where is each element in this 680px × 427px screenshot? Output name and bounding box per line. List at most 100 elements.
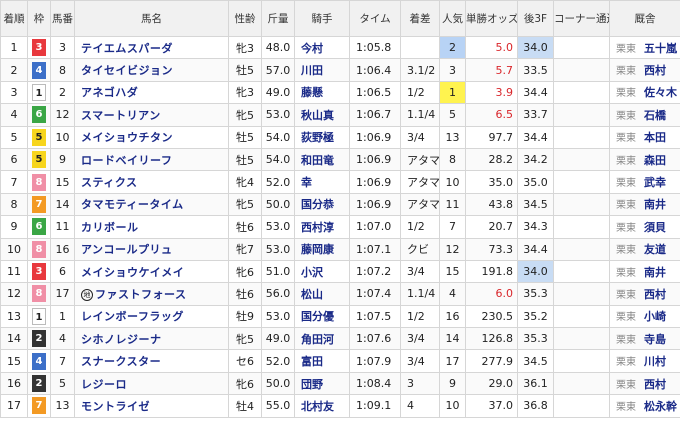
trainer-link[interactable]: 西村 <box>644 288 666 301</box>
jockey-link[interactable]: 角田河 <box>301 333 334 346</box>
umaban-cell: 8 <box>50 58 75 82</box>
odds-cell: 73.3 <box>465 237 518 261</box>
trainer-link[interactable]: 石橋 <box>644 109 666 122</box>
horse-name-link[interactable]: モントライゼ <box>81 400 150 413</box>
table-row: 10 8 16 アンコールプリュ 牝7 53.0 藤岡康 1:07.1 クビ 12 73.3 34.4… <box>0 237 680 261</box>
horse-cell: レジーロ <box>74 371 229 396</box>
rank-cell: 9 <box>0 215 28 239</box>
jockey-cell: 西村淳 <box>294 215 350 239</box>
jockey-link[interactable]: 国分優 <box>301 310 334 323</box>
horse-name-link[interactable]: スティクス <box>81 176 138 189</box>
jockey-link[interactable]: 北村友 <box>301 400 334 413</box>
jockey-link[interactable]: 和田竜 <box>301 154 334 167</box>
table-row: 14 2 4 シホノレジーナ 牝5 49.0 角田河 1:07.6 3/4 14 126.8 35.3… <box>0 327 680 351</box>
trainer-cell: 栗東 南井 <box>609 192 680 217</box>
jockey-cell: 秋山真 <box>294 103 350 127</box>
sexage-cell: 牡6 <box>228 215 262 239</box>
weight-cell: 54.0 <box>261 147 295 172</box>
horse-name-link[interactable]: ロードベイリーフ <box>81 154 172 167</box>
popular-cell: 1 <box>439 80 466 105</box>
horse-name-link[interactable]: スマートリアン <box>81 109 161 122</box>
popular-cell: 10 <box>439 394 466 418</box>
horse-name-link[interactable]: メイショウチタン <box>81 131 173 144</box>
umaban-cell: 15 <box>50 170 75 194</box>
popular-cell: 17 <box>439 349 466 373</box>
trainer-link[interactable]: 松永幹 <box>644 400 677 413</box>
umaban-cell: 5 <box>50 371 75 396</box>
sexage-cell: 牝5 <box>228 192 262 217</box>
margin-cell: アタマ <box>400 170 440 194</box>
jockey-link[interactable]: 秋山真 <box>301 109 334 122</box>
trainer-link[interactable]: 寺島 <box>644 333 666 346</box>
odds-cell: 43.8 <box>465 192 518 217</box>
jockey-link[interactable]: 小沢 <box>301 266 323 279</box>
waku-badge: 2 <box>32 330 46 348</box>
table-row: 13 1 1 レインボーフラッグ 牡9 53.0 国分優 1:07.5 1/2 16 230.5 35… <box>0 304 680 329</box>
trainer-region: 栗東 <box>616 43 636 55</box>
weight-cell: 57.0 <box>261 58 295 82</box>
trainer-link[interactable]: 佐々木 <box>644 86 677 99</box>
jockey-cell: 小沢 <box>294 259 350 284</box>
odds-cell: 20.7 <box>465 215 518 239</box>
umaban-cell: 4 <box>50 327 75 351</box>
weight-cell: 50.0 <box>261 192 295 217</box>
table-row: 2 4 8 タイセイビジョン 牡5 57.0 川田 1:06.4 3.1/2 3 5.7 33.5 栗東… <box>0 58 680 82</box>
horse-name-link[interactable]: ファストフォース <box>95 288 186 301</box>
horse-cell: モントライゼ <box>74 394 229 418</box>
horse-name-link[interactable]: アネゴハダ <box>81 86 138 99</box>
waku-cell: 1 <box>27 304 51 329</box>
jockey-link[interactable]: 藤岡康 <box>301 243 334 256</box>
horse-name-link[interactable]: レインボーフラッグ <box>81 310 184 323</box>
trainer-link[interactable]: 森田 <box>644 154 666 167</box>
jockey-link[interactable]: 松山 <box>301 288 323 301</box>
trainer-link[interactable]: 友道 <box>644 243 666 256</box>
waku-badge: 4 <box>32 61 46 79</box>
horse-name-link[interactable]: タマモティータイム <box>81 198 184 211</box>
jockey-link[interactable]: 藤懸 <box>301 86 323 99</box>
horse-name-link[interactable]: シホノレジーナ <box>81 333 162 346</box>
trainer-link[interactable]: 南井 <box>644 266 666 279</box>
odds-cell: 6.5 <box>465 103 518 127</box>
corner-cell <box>553 394 610 418</box>
trainer-link[interactable]: 川村 <box>644 355 666 368</box>
waku-cell: 8 <box>27 237 51 261</box>
horse-name-link[interactable]: カリボール <box>81 221 139 234</box>
trainer-link[interactable]: 本田 <box>644 131 666 144</box>
trainer-link[interactable]: 小崎 <box>644 310 666 323</box>
jockey-cell: 和田竜 <box>294 147 350 172</box>
jockey-link[interactable]: 団野 <box>301 378 323 391</box>
corner-cell <box>553 237 610 261</box>
time-cell: 1:06.4 <box>349 58 401 82</box>
horse-name-link[interactable]: メイショウケイメイ <box>81 266 184 279</box>
jockey-cell: 角田河 <box>294 327 350 351</box>
jockey-cell: 団野 <box>294 371 350 396</box>
jockey-link[interactable]: 今村 <box>301 42 323 55</box>
corner-cell <box>553 147 610 172</box>
horse-name-link[interactable]: タイセイビジョン <box>81 64 173 77</box>
sexage-cell: 牡5 <box>228 125 262 149</box>
jockey-link[interactable]: 川田 <box>301 64 323 77</box>
trainer-link[interactable]: 五十嵐 <box>644 42 677 55</box>
horse-name-link[interactable]: レジーロ <box>81 378 127 391</box>
horse-name-link[interactable]: スナークスター <box>81 355 161 368</box>
jockey-link[interactable]: 荻野極 <box>301 131 334 144</box>
horse-cell: レインボーフラッグ <box>74 304 229 329</box>
trainer-link[interactable]: 武幸 <box>644 176 666 189</box>
table-row: 17 7 13 モントライゼ 牡4 55.0 北村友 1:09.1 4 10 37.0 36.8 栗東松… <box>0 394 680 418</box>
sexage-cell: 牝6 <box>228 259 262 284</box>
jockey-link[interactable]: 国分恭 <box>301 198 334 211</box>
jockey-cell: 国分優 <box>294 304 350 329</box>
margin-cell: 1/2 <box>400 80 440 105</box>
trainer-link[interactable]: 須貝 <box>644 221 666 234</box>
jockey-link[interactable]: 富田 <box>301 355 323 368</box>
trainer-link[interactable]: 南井 <box>644 198 666 211</box>
jockey-link[interactable]: 幸 <box>301 176 312 189</box>
horse-name-link[interactable]: アンコールプリュ <box>81 243 173 256</box>
table-row: 12 8 17 地ファストフォース 牡6 56.0 松山 1:07.4 1.1/4 4 6.0 35.… <box>0 282 680 306</box>
trainer-link[interactable]: 西村 <box>644 378 666 391</box>
margin-cell: 3.1/2 <box>400 58 440 82</box>
trainer-link[interactable]: 西村 <box>644 64 666 77</box>
horse-name-link[interactable]: テイエムスパーダ <box>81 42 173 55</box>
waku-cell: 2 <box>27 327 51 351</box>
jockey-link[interactable]: 西村淳 <box>301 221 334 234</box>
